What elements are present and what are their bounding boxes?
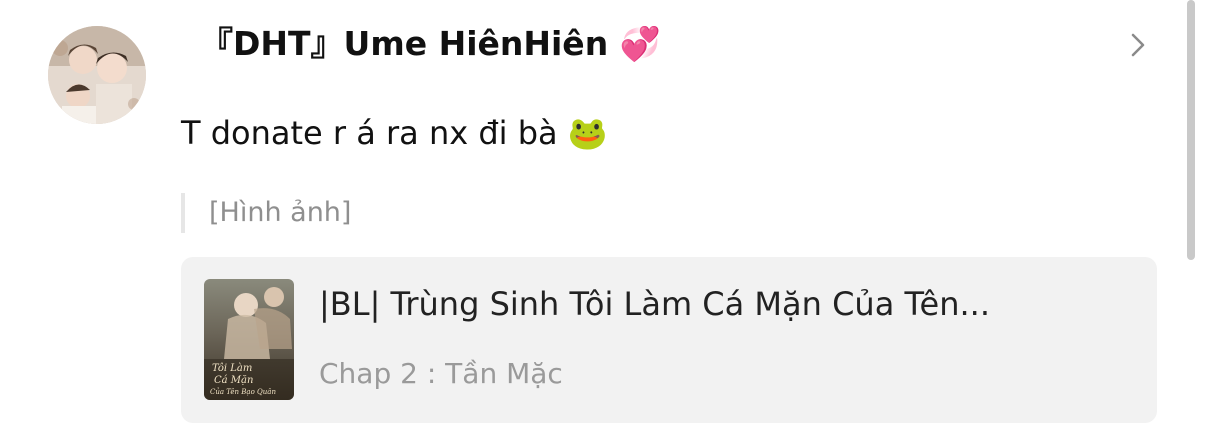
chevron-right-icon[interactable] (1126, 30, 1150, 60)
svg-text:Tôi Làm: Tôi Làm (212, 363, 252, 374)
svg-text:Của Tên Bạo Quân: Của Tên Bạo Quân (210, 387, 276, 396)
user-avatar[interactable] (48, 26, 146, 124)
book-cover-image[interactable]: Tôi Làm Cá Mặn Của Tên Bạo Quân (204, 279, 294, 400)
chapter-label: Chap 2 : Tần Mặc (319, 357, 563, 390)
comment-text: T donate r á ra nx đi bà 🐸 (181, 114, 608, 152)
comment-view: 『DHT』Ume HiênHiên 💞 T donate r á ra nx đ… (0, 0, 1206, 435)
story-card[interactable]: Tôi Làm Cá Mặn Của Tên Bạo Quân |BL| Trù… (181, 257, 1157, 423)
scrollbar[interactable] (1187, 0, 1195, 260)
quoted-image-reply[interactable]: [Hình ảnh] (181, 193, 351, 233)
svg-text:Cá Mặn: Cá Mặn (214, 375, 253, 386)
story-title[interactable]: |BL| Trùng Sinh Tôi Làm Cá Mặn Của Tên..… (319, 281, 1119, 327)
username[interactable]: 『DHT』Ume HiênHiên 💞 (200, 22, 661, 66)
